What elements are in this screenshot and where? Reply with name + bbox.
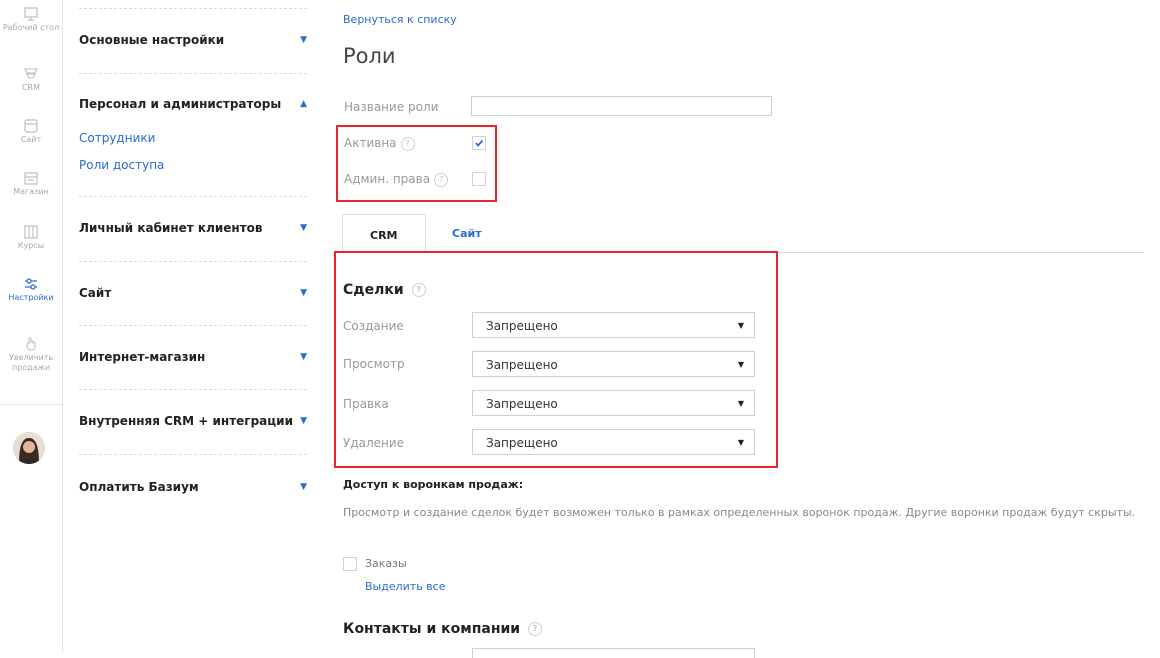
funnel-icon [24,68,38,79]
app-rail: Рабочий стол CRM Сайт Магазин Курсы Наст… [0,0,63,653]
sidebar-link-employees[interactable]: Сотрудники [79,131,155,145]
section-divider [79,196,307,197]
sidebar-link-access-roles[interactable]: Роли доступа [79,158,164,172]
highlight-box-flags [336,125,497,202]
hand-pointer-icon [26,337,36,351]
rail-item-site[interactable]: Сайт [0,118,62,145]
rail-item-grow-sales[interactable]: Увеличить продажи [0,336,62,373]
help-icon[interactable]: ? [528,622,543,636]
avatar[interactable] [13,432,45,464]
rail-label-desktop: Рабочий стол [2,23,60,32]
rail-item-desktop[interactable]: Рабочий стол [0,6,62,33]
main-content: Вернуться к списку Роли Название роли Ак… [334,0,1152,658]
rail-label-site: Сайт [20,135,42,144]
chevron-down-icon: ▼ [300,352,307,362]
section-divider [79,389,307,390]
courses-icon [24,225,38,239]
sidebar-section-title: Персонал и администраторы [79,97,282,111]
settings-sliders-icon [25,278,37,290]
chevron-up-icon: ▲ [300,99,307,109]
section-divider [79,454,307,455]
back-to-list-link[interactable]: Вернуться к списку [343,13,457,26]
contacts-select-partial[interactable] [472,648,755,658]
role-name-input[interactable] [471,96,772,116]
sidebar-section-title: Личный кабинет клиентов [79,221,263,235]
chevron-down-icon: ▼ [300,416,307,426]
select-all-link[interactable]: Выделить все [365,580,445,593]
chevron-down-icon: ▼ [300,288,307,298]
contacts-title: Контакты и компании [343,621,521,637]
rail-label-crm: CRM [21,83,41,92]
tab-crm[interactable]: CRM [342,214,426,253]
rail-label-settings: Настройки [8,293,54,302]
rail-label-courses: Курсы [17,241,45,250]
chevron-down-icon: ▼ [300,35,307,45]
sidebar-section-title: Внутренняя CRM + интеграции [79,414,293,428]
funnels-description: Просмотр и создание сделок будет возможе… [343,506,1136,519]
section-divider [79,325,307,326]
sidebar-section-title: Оплатить Базиум [79,480,199,494]
funnels-title: Доступ к воронкам продаж: [343,478,524,491]
sidebar-section-title: Основные настройки [79,33,225,47]
section-divider [79,8,307,9]
site-icon [24,119,38,133]
user-avatar-icon [13,432,45,464]
section-divider [79,261,307,262]
rail-item-shop[interactable]: Магазин [0,170,62,197]
tab-site[interactable]: Сайт [440,214,500,252]
rail-item-courses[interactable]: Курсы [0,224,62,251]
contacts-section: Контакты и компании? [343,621,543,637]
tab-site-label: Сайт [452,227,482,240]
rail-item-settings[interactable]: Настройки [0,276,62,303]
shop-icon [24,172,38,185]
rail-item-crm[interactable]: CRM [0,66,62,93]
chevron-down-icon: ▼ [300,223,307,233]
orders-label: Заказы [365,557,407,570]
orders-checkbox[interactable] [343,557,357,571]
sidebar-section-title: Сайт [79,286,112,300]
section-divider [79,73,307,74]
desktop-icon [24,7,38,21]
role-name-label: Название роли [344,100,439,114]
sidebar-section-title: Интернет-магазин [79,350,206,364]
tab-crm-label: CRM [370,229,398,242]
highlight-box-deals [334,251,778,468]
chevron-down-icon: ▼ [300,482,307,492]
rail-label-grow-sales: Увеличить продажи [8,353,54,372]
rail-label-shop: Магазин [13,187,49,196]
rail-divider [0,404,62,405]
page-title: Роли [343,44,396,68]
